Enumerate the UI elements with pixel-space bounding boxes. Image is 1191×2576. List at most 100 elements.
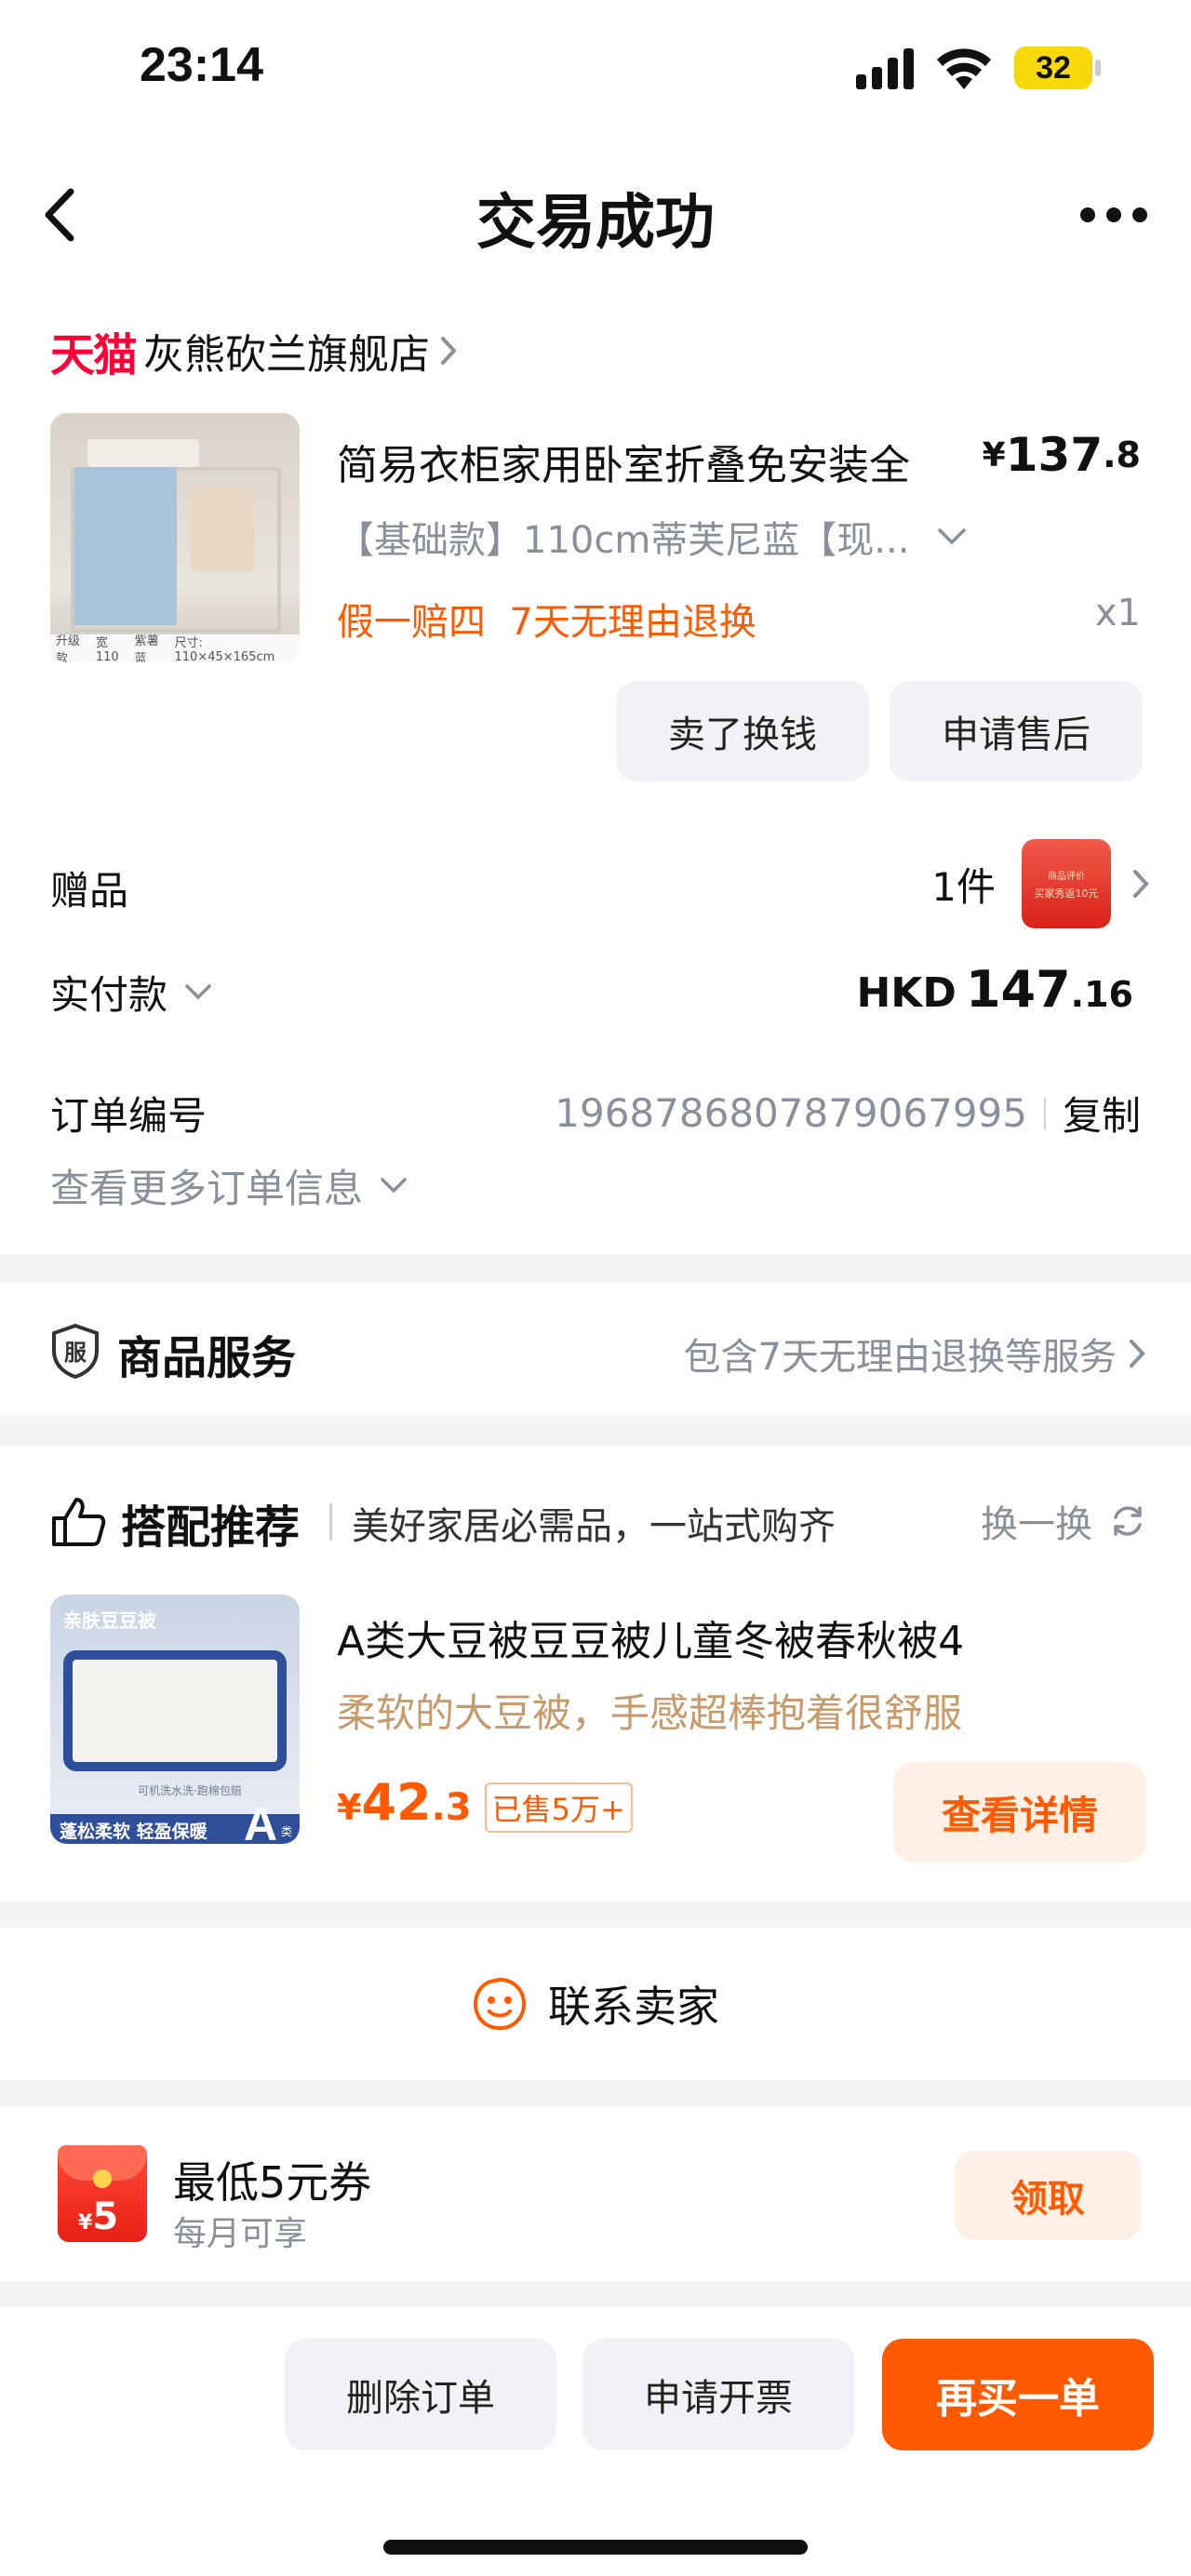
price-integer: 42 [361, 1773, 432, 1832]
coupon-title: 最低5元券 [173, 2157, 372, 2208]
coupon-card: ¥ 5 最低5元券 每月可享 领取 [0, 2106, 1191, 2281]
price-decimal: .3 [431, 1786, 472, 1829]
service-desc-row[interactable]: 包含7天无理由退换等服务 [684, 1327, 1146, 1381]
contact-seller-label: 联系卖家 [548, 1982, 719, 2032]
status-time: 23:14 [140, 38, 263, 92]
sold-badge: 已售5万+ [484, 1782, 633, 1833]
service-card[interactable]: 服 商品服务 包含7天无理由退换等服务 [0, 1282, 1191, 1416]
chevron-right-icon [1133, 870, 1149, 898]
gift-icon-text-2: 买家秀返10元 [1034, 887, 1099, 900]
product-spec[interactable]: 【基础款】110cm蒂芙尼蓝【现... [337, 510, 967, 564]
price-symbol: ¥ [337, 1787, 362, 1828]
payment-label: 实付款 [50, 972, 168, 1018]
clothes-rail [190, 487, 255, 571]
price-symbol: ¥ [982, 435, 1006, 474]
store-row[interactable]: 天猫 灰熊砍兰旗舰店 [50, 318, 458, 383]
product-guarantee-tags: 假一赔四 7天无理由退换 [337, 601, 756, 644]
recommend-subtitle: 美好家居必需品，一站式购齐 [352, 1505, 836, 1548]
chevron-down-icon [381, 1177, 407, 1193]
quilt-shape [63, 1650, 287, 1771]
status-bar: 23:14 32 [0, 0, 1191, 140]
after-sale-button[interactable]: 申请售后 [890, 681, 1143, 781]
store-name: 灰熊砍兰旗舰店 [143, 331, 431, 379]
chevron-right-icon [1130, 1340, 1145, 1368]
thumb-grade: A [244, 1798, 278, 1844]
product-price: ¥ 137 .8 [983, 428, 1141, 482]
wifi-icon [937, 48, 991, 89]
service-icon-char: 服 [64, 1340, 87, 1366]
service-desc: 包含7天无理由退换等服务 [683, 1336, 1117, 1379]
refresh-icon [1114, 1506, 1142, 1536]
order-id-value: 1968786807879067995 [555, 1090, 1027, 1136]
recommend-item-title[interactable]: A类大豆被豆豆被儿童冬被春秋被4 [337, 1608, 964, 1667]
price-integer: 137 [1005, 428, 1104, 482]
order-id-label: 订单编号 [50, 1093, 207, 1139]
divider [1043, 1097, 1046, 1129]
battery-level: 32 [1036, 49, 1071, 86]
gift-count: 1件 [931, 863, 996, 910]
payment-amount-integer: 147 [965, 960, 1071, 1019]
contact-seller-button[interactable]: 联系卖家 [0, 1928, 1191, 2080]
thumb-label-3: 紫薯蓝 [134, 634, 159, 662]
wardrobe-top-boxes [87, 439, 199, 467]
refresh-label: 换一换 [981, 1503, 1092, 1546]
thumb-bottom-text: 蓬松柔软 轻盈保暖 [60, 1822, 207, 1842]
product-image[interactable]: 升级款 宽110 紫薯蓝 尺寸: 110×45×165cm [50, 413, 300, 662]
thumb-label-2: 宽110 [95, 636, 119, 662]
coupon-amount-symbol: ¥ [78, 2211, 93, 2235]
thumb-label-4: 尺寸: 110×45×165cm [174, 636, 275, 662]
coupon-amount: ¥ 5 [78, 2196, 118, 2238]
rebuy-button[interactable]: 再买一单 [882, 2339, 1154, 2450]
tmall-logo: 天猫 [50, 329, 138, 381]
payment-label-row[interactable]: 实付款 [50, 964, 212, 1021]
order-card: 天猫 灰熊砍兰旗舰店 升级款 宽110 紫薯蓝 尺寸: 110×45×165cm… [0, 298, 1191, 1254]
service-shield-icon: 服 [50, 1323, 100, 1379]
request-invoice-button[interactable]: 申请开票 [582, 2339, 854, 2450]
product-title[interactable]: 简易衣柜家用卧室折叠免安装全 [337, 432, 910, 491]
divider [329, 1503, 332, 1541]
coupon-subtitle: 每月可享 [173, 2215, 308, 2253]
thumb-mid-text: 可机洗水洗·跑棉包赔 [138, 1784, 242, 1797]
signal-icon [856, 48, 914, 89]
sell-button[interactable]: 卖了换钱 [616, 681, 869, 781]
gift-icon-text-1: 商品评价 [1048, 871, 1085, 882]
header: 交易成功 [0, 140, 1191, 298]
delete-order-button[interactable]: 删除订单 [285, 2339, 556, 2450]
home-indicator [383, 2540, 808, 2555]
battery-tip [1095, 60, 1101, 76]
claim-coupon-button[interactable]: 领取 [955, 2151, 1141, 2240]
coupon-red-packet-icon: ¥ 5 [58, 2145, 147, 2242]
recommend-item-desc: 柔软的大豆被，手感超棒抱着很舒服 [337, 1690, 963, 1736]
gift-red-packet-icon: 商品评价 买家秀返10元 [1022, 839, 1111, 928]
page-title: 交易成功 [476, 189, 715, 258]
thumb-caption-bar: 升级款 宽110 紫薯蓝 尺寸: 110×45×165cm [50, 634, 300, 662]
more-icon[interactable] [1079, 207, 1148, 223]
more-order-info[interactable]: 查看更多订单信息 [50, 1157, 408, 1214]
thumb-label-1: 升级款 [56, 634, 81, 662]
payment-currency: HKD [856, 969, 957, 1017]
battery-icon: 32 [1014, 47, 1092, 89]
refresh-button[interactable]: 换一换 [981, 1494, 1146, 1548]
thumb-grade-sub: 类 [281, 1825, 293, 1838]
spec-text: 【基础款】110cm蒂芙尼蓝【现... [337, 519, 910, 562]
service-title: 商品服务 [117, 1332, 297, 1384]
coupon-amount-value: 5 [92, 2196, 119, 2238]
chevron-right-icon [441, 337, 457, 365]
recommend-card: 搭配推荐 美好家居必需品，一站式购齐 换一换 亲肤豆豆被 可机洗水洗·跑棉包赔 … [0, 1446, 1191, 1902]
order-id-row: 1968786807879067995 复制 [555, 1085, 1141, 1141]
chevron-down-icon [185, 983, 211, 999]
gift-row[interactable]: 1件 商品评价 买家秀返10元 [931, 837, 1150, 930]
seller-chat-icon [473, 1977, 527, 2031]
thumb-top-text: 亲肤豆豆被 [63, 1609, 156, 1632]
chevron-down-icon [938, 528, 967, 545]
bottom-action-bar: 删除订单 申请开票 再买一单 [0, 2307, 1191, 2576]
payment-amount: HKD 147 .16 [856, 960, 1133, 1019]
recommend-item-image[interactable]: 亲肤豆豆被 可机洗水洗·跑棉包赔 蓬松柔软 轻盈保暖 A 类 [50, 1595, 300, 1844]
price-decimal: .8 [1103, 434, 1141, 475]
copy-button[interactable]: 复制 [1063, 1085, 1141, 1141]
payment-amount-decimal: .16 [1070, 974, 1133, 1015]
product-quantity: x1 [1094, 592, 1141, 634]
more-order-info-label: 查看更多订单信息 [50, 1166, 364, 1211]
packet-clasp [93, 2169, 112, 2188]
view-detail-button[interactable]: 查看详情 [893, 1762, 1146, 1862]
